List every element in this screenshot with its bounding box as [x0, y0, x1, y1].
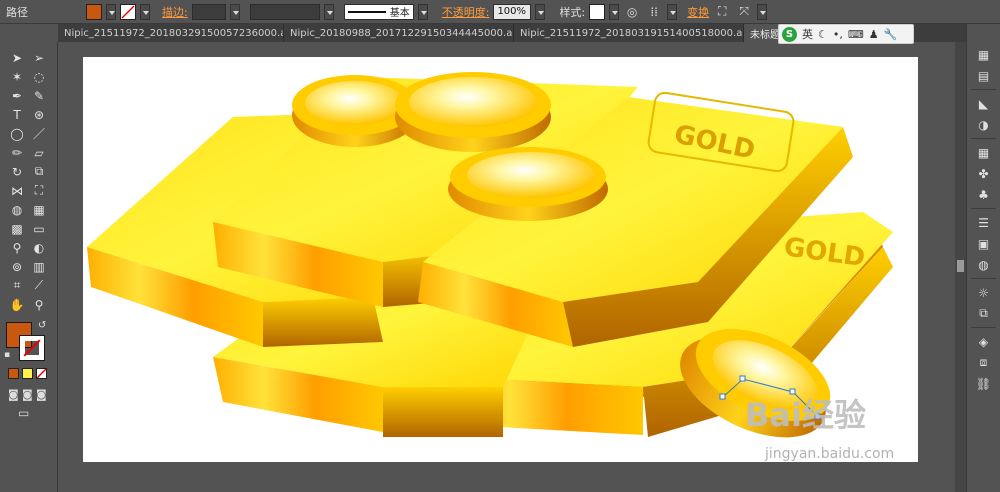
type-tool-icon[interactable]: T	[6, 105, 28, 124]
width-tool-icon[interactable]: ⋈	[6, 181, 28, 200]
variable-width-field[interactable]	[249, 3, 320, 20]
artboard-tool-icon[interactable]: ⌗	[6, 276, 28, 295]
pencil-tool-icon[interactable]: ✏	[6, 143, 28, 162]
zoom-tool-icon[interactable]: ⚲	[28, 295, 50, 314]
stroke-swatch[interactable]	[120, 3, 136, 20]
transform-label[interactable]: 变换	[687, 4, 709, 20]
swatches-panel-icon[interactable]: ▦	[967, 142, 1000, 163]
graphic-styles-icon[interactable]: ▣	[967, 233, 1000, 254]
screen-mode-icon[interactable]: ▭	[18, 406, 29, 420]
recolor-artwork-icon[interactable]: ◎	[623, 4, 641, 20]
export-icon[interactable]: ⧉	[967, 303, 1000, 324]
transparency-panel-icon[interactable]: ◑	[967, 114, 1000, 135]
rotate-tool-icon[interactable]: ↻	[6, 162, 28, 181]
slice-tool-icon[interactable]: ⟋	[28, 276, 50, 295]
stroke-weight-field[interactable]	[191, 3, 226, 20]
ime-toolbar[interactable]: S 英 ☾ •, ⌨ ♟ 🔧	[778, 24, 914, 44]
gold-coin-3	[448, 147, 608, 221]
style-label: 样式:	[559, 5, 586, 19]
gradient-mode-icon[interactable]	[22, 368, 33, 379]
image-trace-icon[interactable]: ☼	[967, 282, 1000, 303]
graphic-style-swatch[interactable]	[589, 3, 606, 20]
draw-normal-icon[interactable]: ◙	[8, 388, 19, 401]
paintbrush-tool-icon[interactable]: ／	[28, 124, 50, 143]
gradient-panel-icon[interactable]: ◣	[967, 93, 1000, 114]
eyedropper-tool-icon[interactable]: ⚲	[6, 238, 28, 257]
selection-tool-icon[interactable]: ➤	[6, 48, 28, 67]
moon-icon[interactable]: ☾	[818, 28, 828, 41]
wrench-icon[interactable]: 🔧	[884, 28, 898, 41]
stroke-color-box[interactable]	[19, 335, 45, 361]
layers-panel-icon[interactable]: ◈	[967, 331, 1000, 352]
fill-dropdown[interactable]	[106, 3, 116, 20]
stroke-dropdown[interactable]	[140, 3, 150, 20]
illustrator-window: 路径 描边: 基本 不透明度: 100% 样式: ◎ ⁞⁞ 变换 ⛶ ⤧ Nip…	[0, 0, 1000, 492]
brushes-panel-icon[interactable]: ✤	[967, 163, 1000, 184]
links-panel-icon[interactable]: ⛓	[967, 373, 1000, 394]
stroke-panel-icon[interactable]: ☰	[967, 212, 1000, 233]
transform-options-icon[interactable]: ⤧	[735, 4, 753, 20]
appearance-panel-icon[interactable]: ◍	[967, 254, 1000, 275]
transform-options-dropdown[interactable]	[757, 3, 768, 20]
opacity-dropdown[interactable]	[535, 3, 546, 20]
variable-width-dropdown[interactable]	[323, 3, 334, 20]
free-transform-tool-icon[interactable]: ⛶	[28, 181, 50, 200]
brush-definition-field[interactable]: 基本	[343, 3, 414, 20]
selection-type-label: 路径	[6, 5, 28, 19]
baidu-watermark: Bai经验 jingyan.baidu.com	[745, 396, 895, 462]
stroke-label[interactable]: 描边:	[162, 4, 188, 20]
color-mode-icon[interactable]	[8, 368, 19, 379]
punctuation-icon[interactable]: •,	[833, 28, 843, 41]
align-icon[interactable]: ⁞⁞	[645, 4, 663, 20]
shape-builder-tool-icon[interactable]: ◍	[6, 200, 28, 219]
artboards-panel-icon[interactable]: ⧈	[967, 352, 1000, 373]
panel-dock: ▦ ▤ ◣ ◑ ▦ ✤ ♣ ☰ ▣ ◍ ☼ ⧉ ◈ ⧈ ⛓	[966, 24, 1000, 492]
ellipse-tool-icon[interactable]: ◯	[6, 124, 28, 143]
ime-language[interactable]: 英	[802, 26, 813, 42]
user-icon[interactable]: ♟	[869, 28, 879, 41]
tab-document-3[interactable]: Nipic_21511972_20180319151400518000.ai*×	[514, 24, 744, 42]
scale-tool-icon[interactable]: ⧉	[28, 162, 50, 181]
tab-document-2[interactable]: Nipic_20180988_20171229150344445000.ai*×	[284, 24, 514, 42]
gradient-tool-icon[interactable]: ▭	[28, 219, 50, 238]
isolate-icon[interactable]: ⛶	[713, 4, 731, 20]
vertical-scrollbar[interactable]	[955, 42, 966, 492]
column-graph-tool-icon[interactable]: ▥	[28, 257, 50, 276]
control-bar: 路径 描边: 基本 不透明度: 100% 样式: ◎ ⁞⁞ 变换 ⛶ ⤧	[0, 0, 1000, 24]
perspective-grid-tool-icon[interactable]: ▦	[28, 200, 50, 219]
magic-wand-tool-icon[interactable]: ✶	[6, 67, 28, 86]
graphic-style-dropdown[interactable]	[609, 3, 620, 20]
brush-definition-dropdown[interactable]	[417, 3, 428, 20]
color-panel-icon[interactable]: ▦	[967, 44, 1000, 65]
gold-coin-2	[395, 72, 551, 152]
hand-tool-icon[interactable]: ✋	[6, 295, 28, 314]
stroke-weight-dropdown[interactable]	[229, 3, 240, 20]
symbols-panel-icon[interactable]: ♣	[967, 184, 1000, 205]
default-colors-icon[interactable]: ▪	[4, 350, 10, 360]
spiral-tool-icon[interactable]: ⊛	[28, 105, 50, 124]
symbol-sprayer-tool-icon[interactable]: ⊚	[6, 257, 28, 276]
pen-tool-icon[interactable]: ✒	[6, 86, 28, 105]
swap-colors-icon[interactable]: ↺	[38, 320, 46, 331]
tools-panel: ➤ ➢ ✶ ◌ ✒ ✎ T ⊛ ◯ ／ ✏ ▱ ↻ ⧉ ⋈ ⛶ ◍ ▦ ▩ ▭ …	[0, 42, 58, 492]
color-guide-icon[interactable]: ▤	[967, 65, 1000, 86]
opacity-field[interactable]: 100%	[493, 3, 532, 20]
draw-inside-icon[interactable]: ◙	[36, 388, 47, 401]
align-dropdown[interactable]	[667, 3, 678, 20]
none-mode-icon[interactable]	[36, 368, 47, 379]
ime-logo-icon: S	[782, 26, 797, 42]
tab-document-1[interactable]: Nipic_21511972_20180329150057236000.ai*×	[58, 24, 284, 42]
opacity-label[interactable]: 不透明度:	[442, 4, 490, 20]
blend-tool-icon[interactable]: ◐	[28, 238, 50, 257]
eraser-tool-icon[interactable]: ▱	[28, 143, 50, 162]
curvature-tool-icon[interactable]: ✎	[28, 86, 50, 105]
mesh-tool-icon[interactable]: ▩	[6, 219, 28, 238]
draw-behind-icon[interactable]: ◙	[22, 388, 33, 401]
direct-selection-tool-icon[interactable]: ➢	[28, 48, 50, 67]
lasso-tool-icon[interactable]: ◌	[28, 67, 50, 86]
scrollbar-thumb[interactable]	[957, 260, 964, 272]
fill-swatch[interactable]	[86, 3, 102, 20]
keyboard-icon[interactable]: ⌨	[848, 28, 864, 41]
